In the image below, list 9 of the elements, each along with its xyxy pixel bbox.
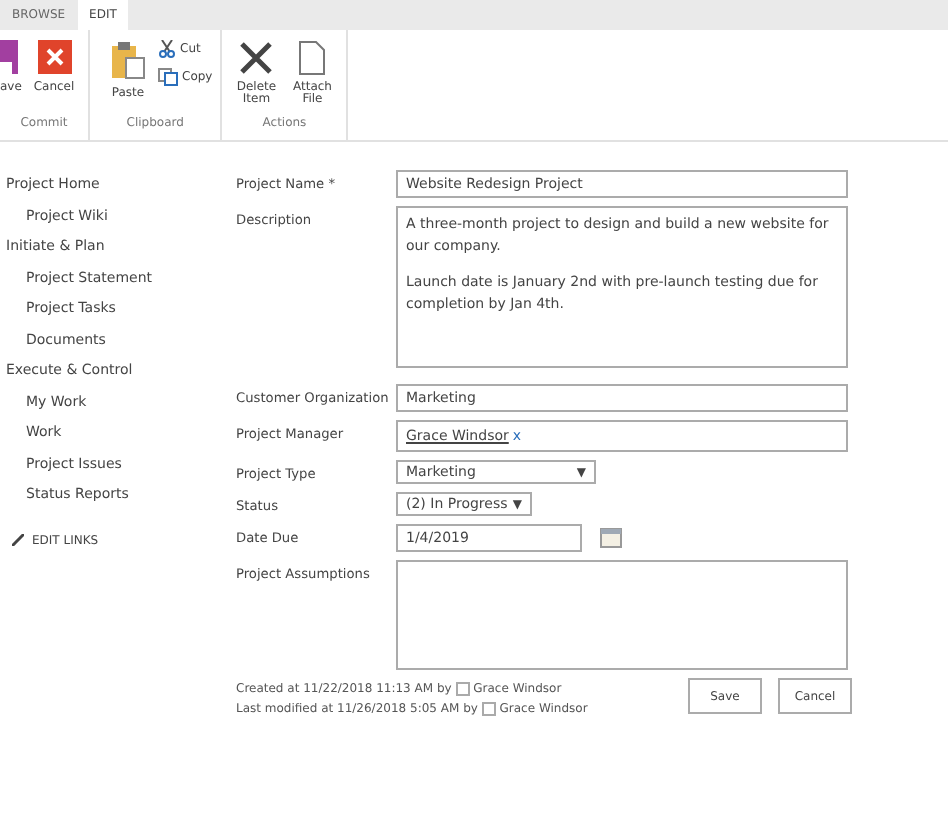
pencil-icon bbox=[12, 534, 24, 547]
document-icon bbox=[298, 40, 327, 76]
text-area[interactable] bbox=[396, 560, 848, 670]
clipboard-icon bbox=[110, 40, 146, 80]
copy-icon bbox=[158, 67, 178, 85]
calendar-icon[interactable] bbox=[600, 528, 622, 548]
close-icon bbox=[37, 40, 71, 74]
x-icon bbox=[238, 40, 275, 76]
scissors-icon bbox=[158, 39, 176, 57]
